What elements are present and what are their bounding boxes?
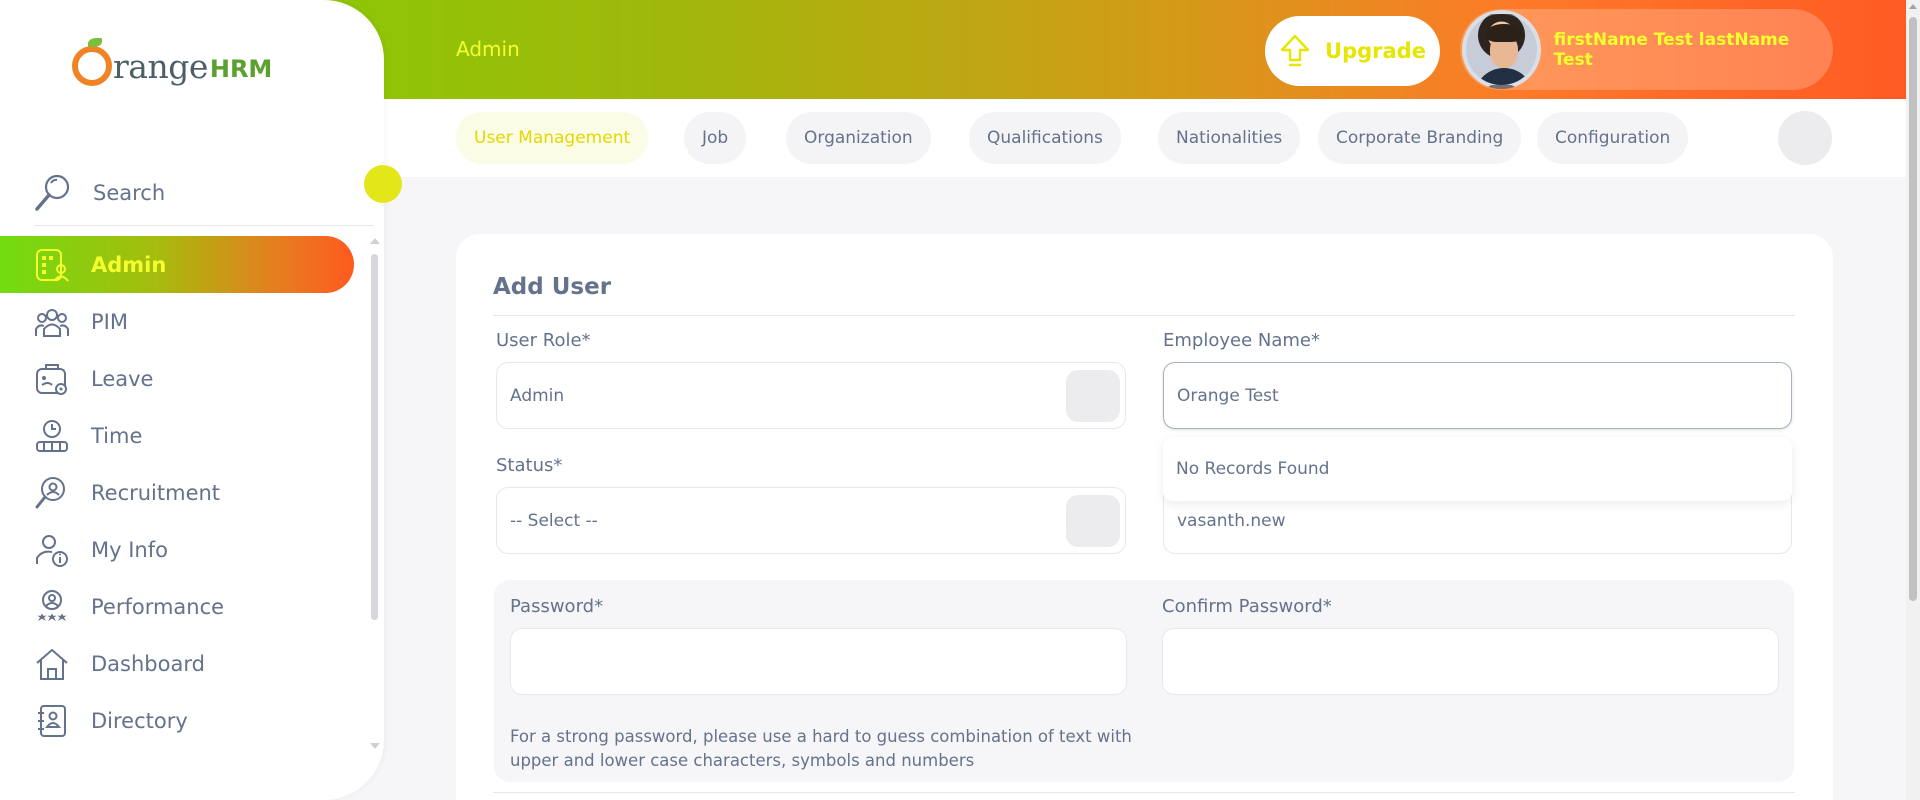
sidebar-scroll-thumb[interactable] — [371, 254, 378, 620]
password-section: Password* Confirm Password* For a strong… — [494, 580, 1794, 782]
user-role-select[interactable]: Admin — [496, 362, 1126, 429]
username-value: vasanth.new — [1177, 510, 1286, 531]
employee-name-input[interactable]: Orange Test — [1163, 362, 1792, 429]
sidebar-item-admin[interactable]: Admin — [0, 236, 354, 293]
confirm-password-input[interactable] — [1162, 628, 1779, 695]
user-name: firstName Test lastName Test — [1553, 29, 1790, 70]
pim-icon — [35, 308, 69, 337]
admin-subnav: User Management Job Organization Qualifi… — [384, 99, 1906, 177]
password-hint: For a strong password, please use a hard… — [510, 727, 1132, 770]
password-input[interactable] — [510, 628, 1127, 695]
page-title: Admin — [456, 37, 520, 61]
tab-qualifications[interactable]: Qualifications — [969, 112, 1121, 164]
scroll-down-icon[interactable] — [370, 743, 380, 749]
tab-corporate-branding[interactable]: Corporate Branding — [1318, 112, 1522, 164]
avatar — [1462, 10, 1541, 89]
app-root: Admin Upgrade firstName Test lastName Te… — [0, 0, 1920, 800]
password-label: Password* — [510, 596, 604, 617]
page-scrollbar[interactable] — [1906, 0, 1920, 800]
sidebar-search[interactable]: Search — [34, 160, 374, 226]
sidebar-item-recruitment[interactable]: Recruitment — [0, 464, 354, 521]
upgrade-label: Upgrade — [1325, 39, 1426, 63]
sidebar-item-time[interactable]: Time — [0, 407, 354, 464]
tab-nationalities[interactable]: Nationalities — [1158, 112, 1301, 164]
admin-icon — [36, 248, 69, 282]
performance-icon — [37, 589, 67, 621]
sidebar-item-leave[interactable]: Leave — [0, 350, 354, 407]
sidebar-item-directory[interactable]: Directory — [0, 692, 354, 749]
no-records-message: No Records Found — [1176, 459, 1330, 479]
employee-name-label: Employee Name* — [1163, 330, 1320, 351]
sidebar-item-pim[interactable]: PIM — [0, 293, 354, 350]
my-info-icon — [36, 534, 68, 567]
user-dropdown[interactable]: firstName Test lastName Test — [1460, 9, 1833, 90]
upgrade-arrow-icon — [1280, 34, 1310, 67]
sidebar-collapse-toggle[interactable] — [364, 165, 402, 203]
user-role-label: User Role* — [496, 330, 591, 351]
sidebar-item-dashboard[interactable]: Dashboard — [0, 635, 354, 692]
directory-icon — [38, 704, 66, 737]
page-scroll-thumb[interactable] — [1909, 17, 1917, 601]
tab-user-management[interactable]: User Management — [456, 112, 649, 164]
sidebar-item-performance[interactable]: Performance — [0, 578, 354, 635]
orangehrm-logo: range HRM — [72, 38, 272, 86]
chevron-down-icon[interactable] — [1066, 370, 1120, 422]
status-select[interactable]: -- Select -- — [496, 487, 1126, 554]
sidebar-item-my-info[interactable]: My Info — [0, 521, 354, 578]
search-icon — [35, 174, 70, 211]
scroll-up-icon[interactable] — [370, 238, 380, 244]
sidebar: range HRM Search Admin PIM Leave Time Re… — [0, 0, 384, 800]
help-button[interactable] — [1778, 111, 1832, 165]
add-user-card: Add User User Role* Admin Employee Name*… — [456, 234, 1833, 800]
bottom-divider — [493, 792, 1795, 793]
upgrade-button[interactable]: Upgrade — [1265, 16, 1440, 86]
orange-logo-icon — [72, 38, 112, 86]
title-divider — [493, 315, 1795, 316]
user-role-value: Admin — [510, 385, 565, 406]
time-icon — [36, 419, 68, 452]
employee-autocomplete-dropdown: No Records Found — [1163, 437, 1792, 501]
status-value: -- Select -- — [510, 510, 598, 531]
form-title: Add User — [493, 274, 612, 300]
dashboard-icon — [36, 648, 68, 680]
scroll-up-icon[interactable] — [1909, 4, 1917, 9]
search-label: Search — [93, 180, 166, 205]
chevron-down-icon[interactable] — [1066, 495, 1120, 547]
employee-name-value: Orange Test — [1177, 385, 1279, 406]
status-label: Status* — [496, 455, 563, 476]
sidebar-scrollbar[interactable] — [370, 238, 380, 749]
confirm-password-label: Confirm Password* — [1162, 596, 1332, 617]
tab-job[interactable]: Job — [684, 112, 747, 164]
tab-organization[interactable]: Organization — [786, 112, 931, 164]
leave-icon — [36, 363, 67, 395]
tab-configuration[interactable]: Configuration — [1537, 112, 1689, 164]
recruitment-icon — [35, 476, 65, 508]
